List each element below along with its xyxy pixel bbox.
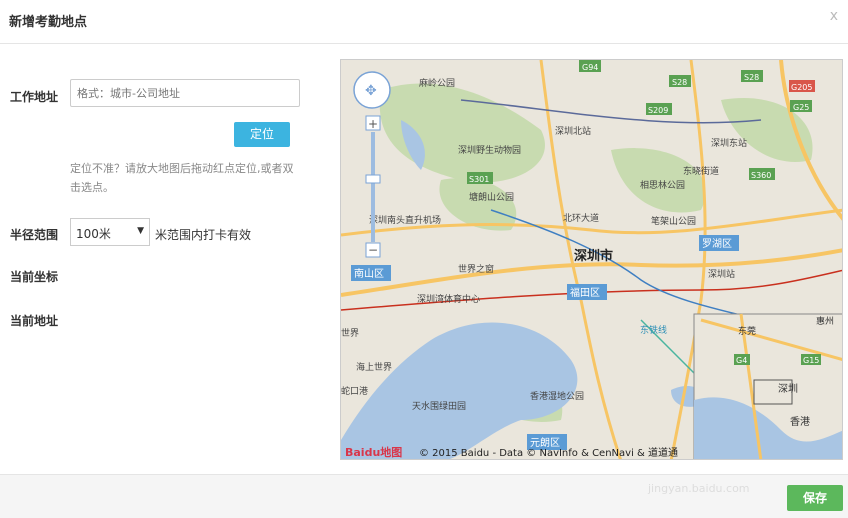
minimap-g4: G4 [736, 356, 747, 365]
address-label: 工作地址 [10, 90, 59, 104]
place-wetland: 香港湿地公园 [530, 390, 584, 402]
place-tianshui: 天水围绿田园 [412, 400, 466, 412]
radius-select[interactable]: 100米 ▼ [70, 218, 150, 246]
close-icon[interactable]: x [830, 8, 838, 24]
place-world2: 世界 [341, 327, 359, 339]
place-shekou: 蛇口港 [341, 385, 368, 397]
place-zoo: 深圳野生动物园 [458, 144, 521, 156]
place-bijia: 笔架山公园 [651, 215, 696, 227]
minimap-dongguan: 东莞 [738, 325, 756, 337]
place-bay-sports: 深圳湾体育中心 [417, 293, 480, 305]
dialog-footer [0, 474, 848, 518]
place-north-station: 深圳北站 [555, 125, 591, 137]
zoom-handle[interactable] [365, 174, 381, 184]
dialog-header: 新增考勤地点 x [0, 0, 848, 44]
dialog-title: 新增考勤地点 [9, 15, 88, 30]
badge-g205: G205 [791, 83, 812, 92]
district-nanshan: 南山区 [354, 267, 384, 280]
place-dongtie: 东铁线 [640, 324, 667, 336]
place-majing: 麻岭公园 [419, 77, 455, 89]
minimap[interactable]: 东莞 惠州 深圳 香港 G4 G15 [693, 313, 843, 460]
baidu-logo: Baidu地图 [345, 445, 402, 459]
badge-g94: G94 [582, 63, 598, 72]
minimap-shenzhen: 深圳 [778, 383, 798, 395]
radius-value: 100米 [76, 227, 111, 241]
place-dongxiao: 东晓街道 [683, 165, 719, 177]
pan-arrows-icon: ✥ [365, 83, 377, 99]
place-east-station: 深圳东站 [711, 137, 747, 149]
map-copyright: © 2015 Baidu - Data © NavInfo & CenNavi … [419, 446, 678, 459]
place-sz-station: 深圳站 [708, 268, 735, 280]
zoom-in-icon: + [368, 117, 378, 131]
badge-s28: S28 [672, 78, 687, 87]
badge-s301: S301 [469, 175, 489, 184]
badge-s360: S360 [751, 171, 771, 180]
place-xiangsi: 相思林公园 [640, 179, 685, 191]
place-beihuan: 北环大道 [563, 212, 599, 224]
coord-label: 当前坐标 [10, 270, 59, 284]
radius-label: 半径范围 [10, 228, 59, 242]
save-button[interactable]: 保存 [787, 485, 843, 511]
address-input[interactable] [70, 79, 300, 107]
locate-button[interactable]: 定位 [234, 122, 290, 147]
place-world-window: 世界之窗 [458, 263, 494, 275]
minimap-g15: G15 [803, 356, 819, 365]
badge-s28b: S28 [744, 73, 759, 82]
place-tanglang: 塘朗山公园 [469, 191, 514, 203]
current-address-label: 当前地址 [10, 314, 59, 328]
locate-hint: 定位不准？请放大地图后拖动红点定位,或者双击选点。 [70, 162, 294, 194]
dropdown-arrow-icon: ▼ [137, 226, 144, 236]
map-canvas[interactable]: G94 S28 S28 G205 S209 G25 S301 S360 麻岭公园… [341, 60, 843, 460]
zoom-slider[interactable] [371, 132, 375, 242]
zoom-out-icon: − [368, 243, 378, 257]
place-haishang: 海上世界 [356, 361, 392, 373]
radius-note: 米范围内打卡有效 [155, 228, 252, 242]
place-nantou: 深圳南头直升机场 [369, 214, 441, 226]
city-label: 深圳市 [574, 248, 613, 264]
map-view[interactable]: G94 S28 S28 G205 S209 G25 S301 S360 麻岭公园… [340, 59, 843, 460]
badge-g25: G25 [793, 103, 809, 112]
district-futian: 福田区 [570, 286, 600, 299]
badge-s209: S209 [648, 106, 668, 115]
minimap-hongkong: 香港 [790, 416, 810, 428]
minimap-huizhou: 惠州 [816, 315, 834, 327]
watermark: jingyan.baidu.com [648, 482, 750, 495]
district-luohu: 罗湖区 [702, 238, 732, 250]
